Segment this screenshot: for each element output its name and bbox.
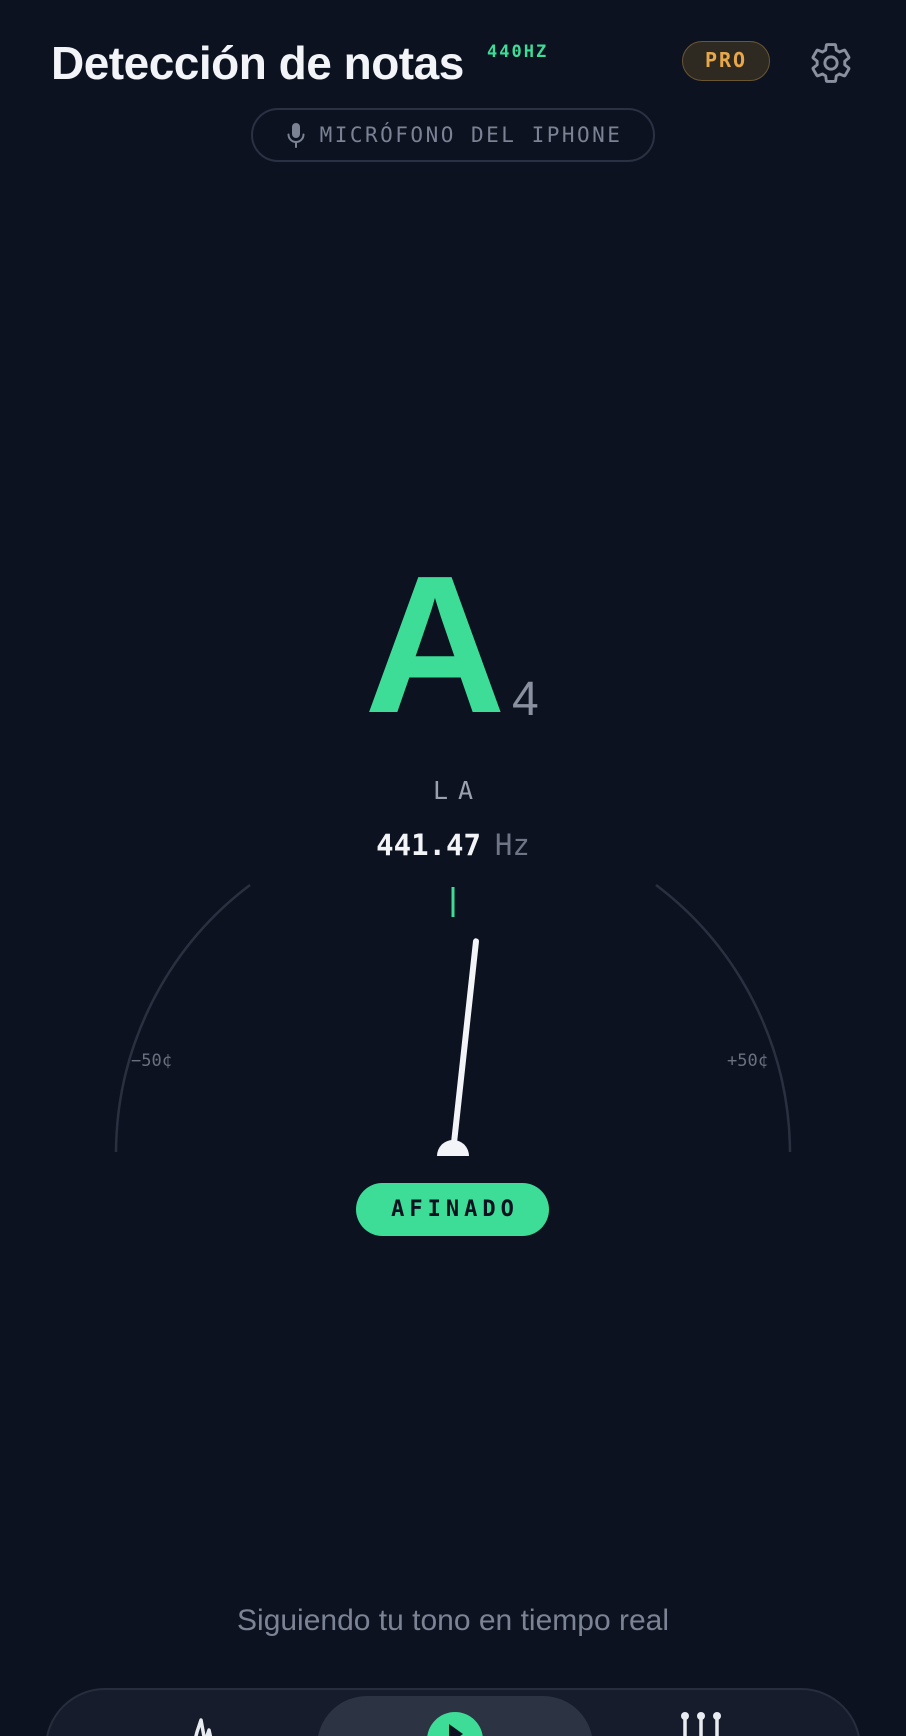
sliders-icon xyxy=(681,1712,721,1736)
solfege-name: LA xyxy=(432,776,484,805)
reference-pitch-label[interactable]: 440HZ xyxy=(487,42,548,62)
tracking-caption: Siguiendo tu tono en tiempo real xyxy=(237,1604,669,1637)
gauge-svg xyxy=(114,884,792,1156)
tuner-screen: Detección de notas 440HZ PRO MICRÓFONO D… xyxy=(0,0,906,1736)
waveform-icon xyxy=(194,1718,213,1736)
input-source-button[interactable]: MICRÓFONO DEL IPHONE xyxy=(251,108,655,162)
microphone-icon xyxy=(287,123,305,148)
gauge-arc-left xyxy=(114,884,251,1153)
frequency-unit: Hz xyxy=(494,828,530,862)
header: Detección de notas 440HZ PRO xyxy=(0,0,906,120)
cents-min-label: −50¢ xyxy=(131,1051,172,1071)
tab-mixer[interactable] xyxy=(641,1690,761,1736)
frequency-readout: 441.47 Hz xyxy=(0,828,906,862)
pro-badge-button[interactable]: PRO xyxy=(682,41,770,81)
note-octave: 4 xyxy=(512,673,539,726)
tuning-status-badge: AFINADO xyxy=(356,1183,549,1236)
tuner-icon xyxy=(427,1712,483,1736)
note-letter: A xyxy=(364,535,506,754)
input-source-label: MICRÓFONO DEL IPHONE xyxy=(319,123,623,147)
gauge-needle-pivot xyxy=(437,1140,469,1156)
gear-icon xyxy=(811,43,851,83)
frequency-value: 441.47 xyxy=(376,828,481,862)
gauge-arc-right xyxy=(655,884,792,1153)
tab-analysis[interactable] xyxy=(147,1690,267,1736)
cents-gauge: −50¢ +50¢ xyxy=(0,860,906,1180)
detected-note: A 4 xyxy=(0,535,906,754)
tab-tuner[interactable] xyxy=(317,1696,593,1736)
settings-button[interactable] xyxy=(808,40,854,86)
gauge-needle xyxy=(450,938,479,1155)
page-title: Detección de notas xyxy=(51,37,464,89)
cents-max-label: +50¢ xyxy=(727,1051,768,1071)
bottom-tab-bar xyxy=(45,1688,861,1736)
